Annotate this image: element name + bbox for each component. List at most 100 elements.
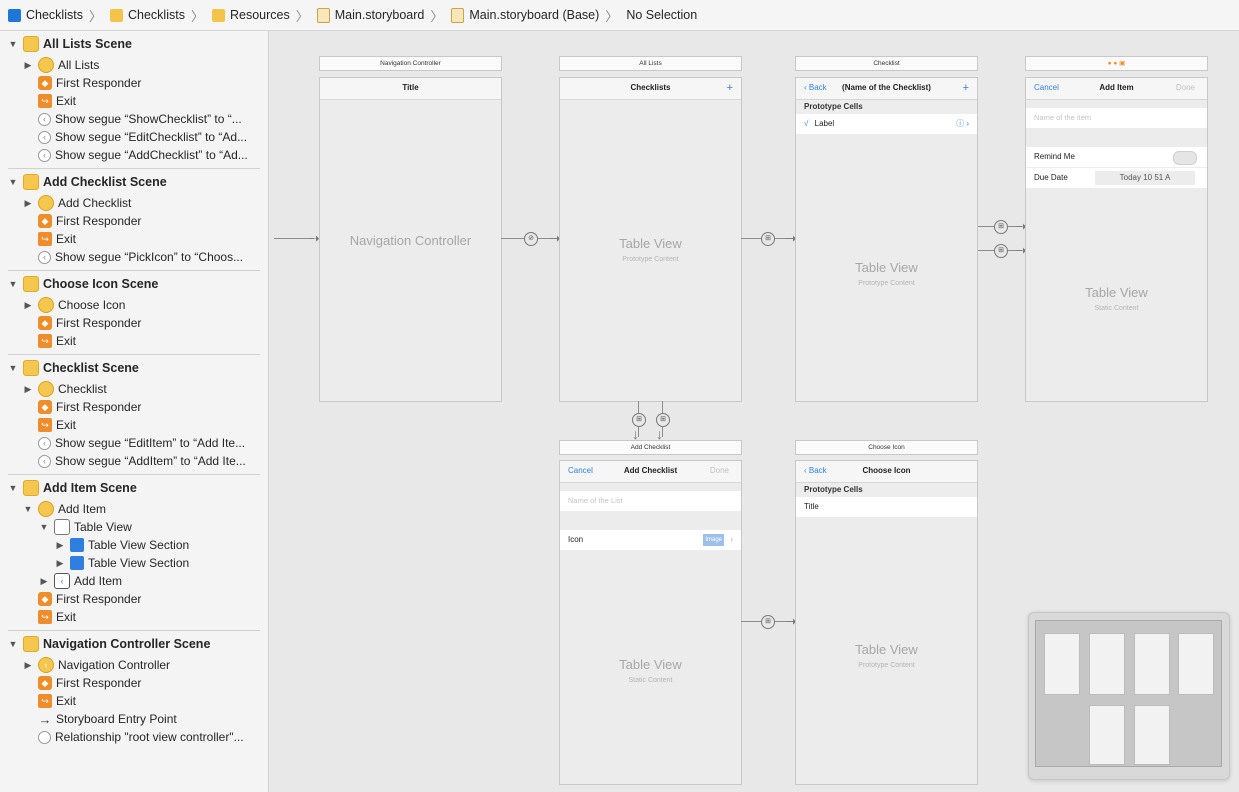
crumb-project[interactable]: Checklists 〉 <box>0 6 102 25</box>
icon-cell[interactable]: Icon Image › <box>560 530 741 550</box>
disclosure-open-icon[interactable]: ▼ <box>23 504 33 514</box>
disclosure-open-icon[interactable]: ▼ <box>8 363 18 373</box>
outline-item[interactable]: ▶ All Lists <box>23 56 99 74</box>
outline-item[interactable]: ‹ Show segue “ShowChecklist” to “... <box>38 110 242 128</box>
outline-item[interactable]: ↪ Exit <box>38 416 76 434</box>
scene-dock-checklist[interactable]: Checklist <box>795 56 978 71</box>
minimap-scene <box>1044 633 1080 695</box>
scene-all-lists[interactable]: ▼ All Lists Scene <box>8 35 132 53</box>
canvas-minimap[interactable] <box>1028 612 1230 780</box>
scene-dock-navigation[interactable]: Navigation Controller <box>319 56 502 71</box>
outline-item[interactable]: ↪ Exit <box>38 92 76 110</box>
crumb-storyboard[interactable]: Main.storyboard 〉 <box>309 6 443 25</box>
crumb-group[interactable]: Checklists 〉 <box>102 6 204 25</box>
checkmark-icon: √ <box>804 119 809 128</box>
disclosure-open-icon[interactable]: ▼ <box>8 639 18 649</box>
outline-item[interactable]: ▶ Choose Icon <box>23 296 125 314</box>
outline-item[interactable]: ‹ Show segue “PickIcon” to “Choos... <box>38 248 243 266</box>
outline-item[interactable]: ↪ Exit <box>38 230 76 248</box>
date-picker[interactable]: Today 10 51 A <box>1095 171 1195 185</box>
done-button[interactable]: Done <box>1176 83 1195 92</box>
segue-icon: ‹ <box>38 436 51 450</box>
disclosure-open-icon[interactable]: ▼ <box>8 39 18 49</box>
segue-icon[interactable]: ⊞ <box>994 244 1008 258</box>
outline-item[interactable]: Relationship "root view controller"... <box>38 728 244 746</box>
scene-dock-all-lists[interactable]: All Lists <box>559 56 742 71</box>
disclosure-open-icon[interactable]: ▼ <box>39 522 49 532</box>
crumb-storyboard-base[interactable]: Main.storyboard (Base) 〉 <box>443 6 618 25</box>
segue-icon[interactable]: ⊞ <box>632 413 646 427</box>
disclosure-closed-icon[interactable]: ▶ <box>39 576 49 587</box>
choose-icon-screen[interactable]: ‹ Back Choose Icon Prototype Cells Title… <box>795 460 978 785</box>
disclosure-closed-icon[interactable]: ▶ <box>23 660 33 671</box>
segue-icon[interactable]: ⊞ <box>761 615 775 629</box>
add-checklist-screen[interactable]: Cancel Add Checklist Done Name of the Li… <box>559 460 742 785</box>
outline-item[interactable]: ‹ Show segue “EditChecklist” to “Ad... <box>38 128 247 146</box>
outline-item[interactable]: ▶ Checklist <box>23 380 107 398</box>
scene-dock-choose-icon[interactable]: Choose Icon <box>795 440 978 455</box>
outline-item[interactable]: ▶ ‹ Add Item <box>39 572 122 590</box>
info-chevron-icon[interactable]: ⓘ › <box>956 114 969 134</box>
table-cell[interactable]: √ Label ⓘ › <box>796 114 977 134</box>
segue-icon[interactable]: ⊞ <box>656 413 670 427</box>
disclosure-open-icon[interactable]: ▼ <box>8 279 18 289</box>
scene-checklist[interactable]: ▼ Checklist Scene <box>8 359 139 377</box>
outline-item[interactable]: ◆ First Responder <box>38 74 141 92</box>
placeholder-sublabel: Static Content <box>628 677 673 684</box>
disclosure-closed-icon[interactable]: ▶ <box>23 300 33 311</box>
disclosure-closed-icon[interactable]: ▶ <box>23 60 33 71</box>
jump-bar: Checklists 〉 Checklists 〉 Resources 〉 Main.… <box>0 0 1239 31</box>
disclosure-closed-icon[interactable]: ▶ <box>55 540 65 551</box>
segue-icon[interactable]: ⊞ <box>994 220 1008 234</box>
add-item-screen[interactable]: Cancel Add Item Done Name of the item Re… <box>1025 77 1208 402</box>
crumb-selection[interactable]: No Selection <box>618 8 697 22</box>
scene-choose-icon[interactable]: ▼ Choose Icon Scene <box>8 275 158 293</box>
remind-me-switch[interactable] <box>1173 151 1197 165</box>
minimap-viewport[interactable] <box>1035 620 1222 767</box>
scene-add-checklist[interactable]: ▼ Add Checklist Scene <box>8 173 167 191</box>
all-lists-screen[interactable]: Checklists + Table View Prototype Conten… <box>559 77 742 402</box>
table-cell[interactable]: Title <box>796 497 977 517</box>
crumb-resources[interactable]: Resources 〉 <box>204 6 309 25</box>
scene-dock-add-checklist[interactable]: Add Checklist <box>559 440 742 455</box>
outline-item[interactable]: ▼ Add Item <box>23 500 106 518</box>
disclosure-closed-icon[interactable]: ▶ <box>55 558 65 569</box>
outline-item[interactable]: ↪ Exit <box>38 608 76 626</box>
outline-item[interactable]: ▶ Add Checklist <box>23 194 131 212</box>
outline-item[interactable]: ▶ Table View Section <box>55 554 189 572</box>
disclosure-open-icon[interactable]: ▼ <box>8 177 18 187</box>
outline-item[interactable]: ▶ ‹ Navigation Controller <box>23 656 170 674</box>
outline-item[interactable]: ▶ Table View Section <box>55 536 189 554</box>
list-name-field[interactable]: Name of the List <box>560 491 741 511</box>
done-button[interactable]: Done <box>710 466 729 475</box>
outline-item[interactable]: ◆ First Responder <box>38 590 141 608</box>
outline-item[interactable]: ↪ Exit <box>38 692 76 710</box>
scene-icon <box>23 636 39 652</box>
outline-item[interactable]: ‹ Show segue “EditItem” to “Add Ite... <box>38 434 245 452</box>
add-button[interactable]: + <box>727 82 733 94</box>
first-responder-icon: ◆ <box>38 316 52 330</box>
scene-dock-add-item[interactable]: ● ● ▣ <box>1025 56 1208 71</box>
relationship-segue-icon[interactable]: ⊘ <box>524 232 538 246</box>
outline-item[interactable]: → Storyboard Entry Point <box>38 710 177 728</box>
outline-item[interactable]: ‹ Show segue “AddChecklist” to “Ad... <box>38 146 248 164</box>
disclosure-closed-icon[interactable]: ▶ <box>23 384 33 395</box>
view-controller-icon <box>38 195 54 211</box>
disclosure-closed-icon[interactable]: ▶ <box>23 198 33 209</box>
storyboard-canvas[interactable]: ➝ Navigation Controller Title Navigation… <box>270 31 1239 792</box>
outline-item[interactable]: ◆ First Responder <box>38 314 141 332</box>
add-button[interactable]: + <box>963 82 969 94</box>
outline-item[interactable]: ◆ First Responder <box>38 674 141 692</box>
scene-add-item[interactable]: ▼ Add Item Scene <box>8 479 137 497</box>
outline-item[interactable]: ↪ Exit <box>38 332 76 350</box>
disclosure-open-icon[interactable]: ▼ <box>8 483 18 493</box>
outline-item[interactable]: ‹ Show segue “AddItem” to “Add Ite... <box>38 452 246 470</box>
outline-item[interactable]: ◆ First Responder <box>38 212 141 230</box>
navigation-controller-screen[interactable]: Title Navigation Controller <box>319 77 502 402</box>
outline-item[interactable]: ◆ First Responder <box>38 398 141 416</box>
scene-navigation-controller[interactable]: ▼ Navigation Controller Scene <box>8 635 210 653</box>
item-name-field[interactable]: Name of the item <box>1026 108 1207 128</box>
outline-item[interactable]: ▼ Table View <box>39 518 132 536</box>
segue-icon[interactable]: ⊞ <box>761 232 775 246</box>
checklist-screen[interactable]: ‹ Back (Name of the Checklist) + Prototy… <box>795 77 978 402</box>
